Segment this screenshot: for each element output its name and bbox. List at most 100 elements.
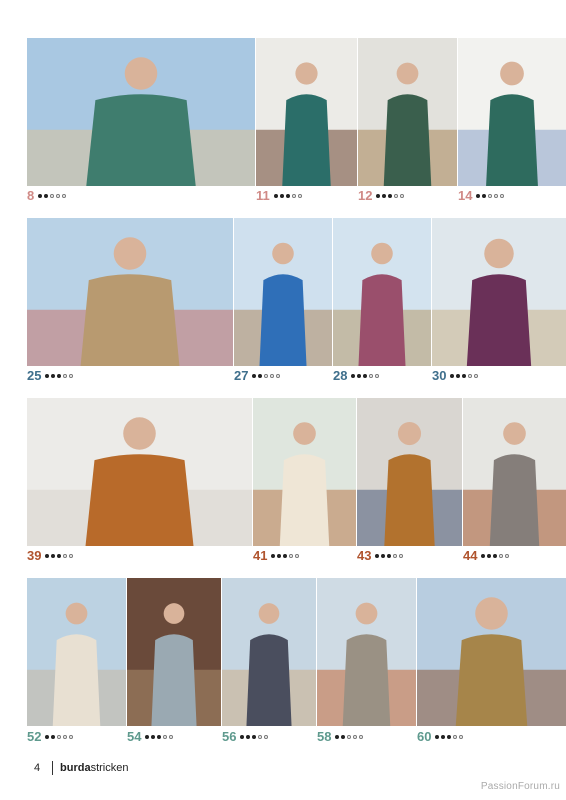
difficulty-dot-filled [447, 735, 452, 739]
difficulty-dots [450, 374, 479, 378]
difficulty-dots [376, 194, 405, 198]
difficulty-dot-empty [163, 735, 168, 739]
difficulty-dot-filled [441, 735, 446, 739]
difficulty-dot-empty [63, 554, 68, 558]
photo-illustration [463, 398, 566, 546]
difficulty-dot-empty [169, 735, 174, 739]
pattern-number: 44 [463, 548, 478, 563]
difficulty-dot-empty [359, 735, 364, 739]
photo-41 [253, 398, 356, 546]
pattern-number: 58 [317, 729, 332, 744]
difficulty-dot-filled [435, 735, 440, 739]
photo-8 [27, 38, 255, 186]
pattern-number: 54 [127, 729, 142, 744]
difficulty-dot-filled [388, 194, 393, 198]
photo-43 [357, 398, 462, 546]
pattern-number: 11 [256, 188, 270, 203]
caption-12: 12 [358, 188, 405, 204]
difficulty-dot-empty [264, 735, 269, 739]
photo-illustration [317, 578, 416, 726]
difficulty-dot-filled [38, 194, 43, 198]
photo-illustration [27, 578, 126, 726]
pattern-number: 25 [27, 368, 42, 383]
photo-illustration [234, 218, 332, 366]
pattern-number: 43 [357, 548, 372, 563]
difficulty-dot-empty [270, 374, 275, 378]
difficulty-dot-filled [51, 735, 56, 739]
difficulty-dot-empty [69, 374, 74, 378]
photo-14 [458, 38, 566, 186]
pattern-number: 60 [417, 729, 432, 744]
difficulty-dots [351, 374, 380, 378]
difficulty-dot-empty [295, 554, 300, 558]
photo-54 [127, 578, 221, 726]
difficulty-dot-filled [252, 374, 257, 378]
difficulty-dot-empty [347, 735, 352, 739]
difficulty-dot-empty [69, 735, 74, 739]
difficulty-dots [145, 735, 174, 739]
difficulty-dot-filled [376, 194, 381, 198]
difficulty-dot-filled [450, 374, 455, 378]
difficulty-dot-empty [394, 194, 399, 198]
difficulty-dot-filled [387, 554, 392, 558]
difficulty-dot-filled [381, 554, 386, 558]
difficulty-dot-filled [51, 554, 56, 558]
difficulty-dots [273, 194, 302, 198]
difficulty-dots [45, 735, 74, 739]
photo-12 [358, 38, 457, 186]
page-number: 4 [34, 762, 41, 774]
difficulty-dot-filled [45, 374, 50, 378]
difficulty-dot-empty [500, 194, 505, 198]
difficulty-dot-filled [44, 194, 49, 198]
photo-60 [417, 578, 566, 726]
difficulty-dot-empty [468, 374, 473, 378]
difficulty-dots [252, 374, 281, 378]
pattern-number: 52 [27, 729, 42, 744]
difficulty-dot-empty [276, 374, 281, 378]
difficulty-dot-empty [63, 735, 68, 739]
photo-illustration [253, 398, 356, 546]
caption-44: 44 [463, 548, 510, 564]
caption-8: 8 [27, 188, 67, 204]
difficulty-dot-filled [462, 374, 467, 378]
difficulty-dot-filled [45, 554, 50, 558]
difficulty-dot-empty [393, 554, 398, 558]
difficulty-dot-filled [246, 735, 251, 739]
difficulty-dots [38, 194, 67, 198]
photo-58 [317, 578, 416, 726]
difficulty-dot-filled [277, 554, 282, 558]
caption-28: 28 [333, 368, 380, 384]
difficulty-dot-filled [357, 374, 362, 378]
difficulty-dot-empty [400, 194, 405, 198]
difficulty-dots [45, 374, 74, 378]
photo-illustration [432, 218, 566, 366]
caption-25: 25 [27, 368, 74, 384]
difficulty-dot-filled [375, 554, 380, 558]
difficulty-dot-empty [353, 735, 358, 739]
pattern-number: 8 [27, 188, 35, 203]
difficulty-dot-filled [456, 374, 461, 378]
difficulty-dot-filled [487, 554, 492, 558]
pattern-number: 28 [333, 368, 348, 383]
difficulty-dot-empty [499, 554, 504, 558]
caption-11: 11 [256, 188, 302, 204]
difficulty-dot-empty [369, 374, 374, 378]
difficulty-dots [375, 554, 404, 558]
photo-11 [256, 38, 357, 186]
photo-illustration [333, 218, 431, 366]
difficulty-dot-filled [145, 735, 150, 739]
magazine-brand: burdastricken [60, 762, 128, 774]
difficulty-dot-empty [50, 194, 55, 198]
difficulty-dot-filled [285, 194, 290, 198]
pattern-number: 14 [458, 188, 473, 203]
photo-illustration [458, 38, 566, 186]
difficulty-dot-filled [258, 374, 263, 378]
difficulty-dot-filled [252, 735, 257, 739]
difficulty-dot-filled [279, 194, 284, 198]
photo-30 [432, 218, 566, 366]
pattern-number: 30 [432, 368, 447, 383]
difficulty-dots [335, 735, 364, 739]
difficulty-dot-filled [335, 735, 340, 739]
difficulty-dot-empty [69, 554, 74, 558]
difficulty-dot-filled [45, 735, 50, 739]
